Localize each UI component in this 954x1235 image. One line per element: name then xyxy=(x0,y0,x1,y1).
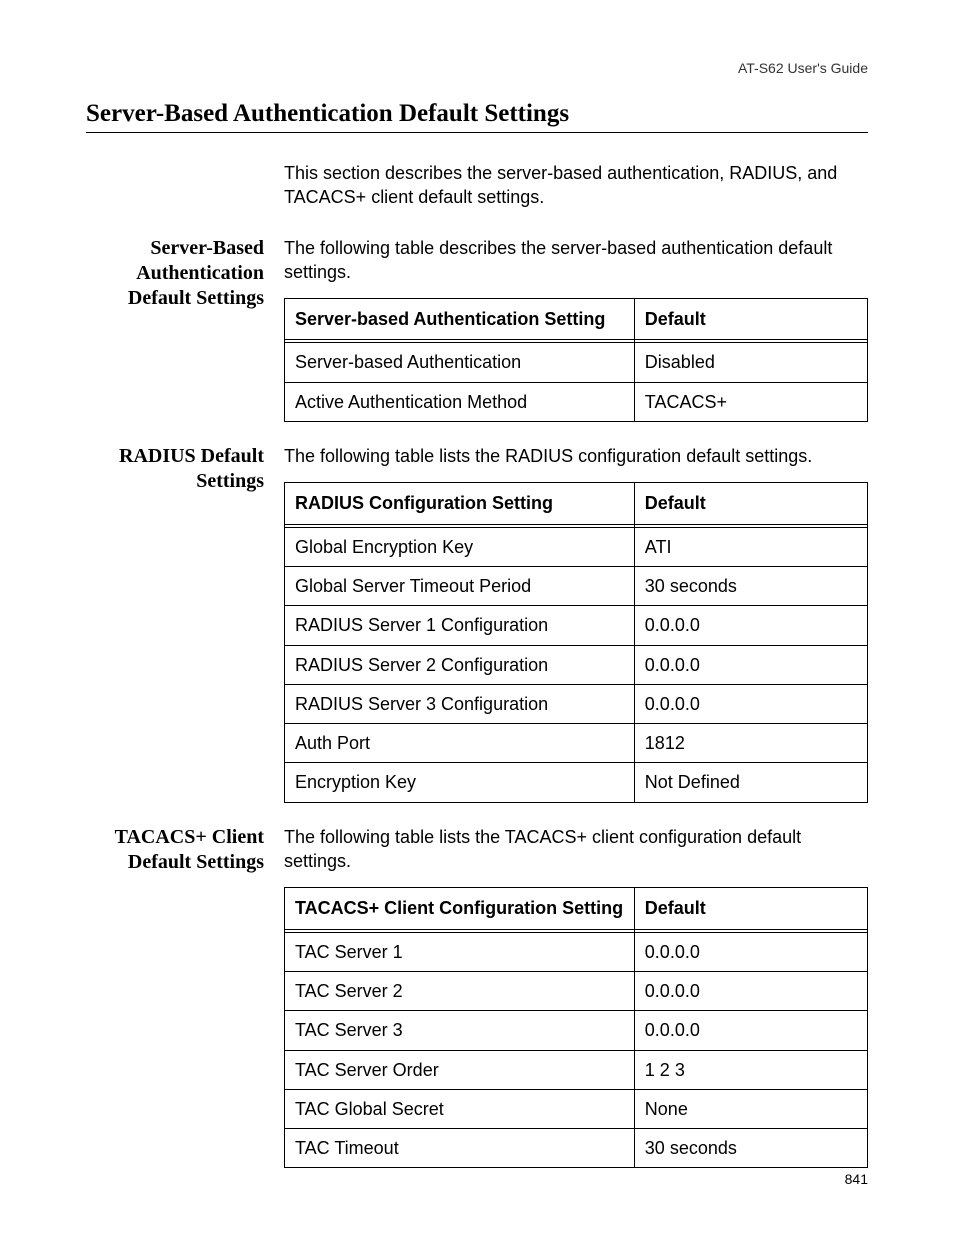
settings-table: Server-based Authentication SettingDefau… xyxy=(284,298,868,422)
section-lead: The following table describes the server… xyxy=(284,236,868,285)
table-row: TAC Server 20.0.0.0 xyxy=(285,971,868,1010)
settings-table: RADIUS Configuration SettingDefaultGloba… xyxy=(284,482,868,802)
table-header-row: RADIUS Configuration SettingDefault xyxy=(285,483,868,524)
table-row: Server-based AuthenticationDisabled xyxy=(285,343,868,382)
page-title: Server-Based Authentication Default Sett… xyxy=(86,100,868,133)
table-cell: None xyxy=(634,1089,867,1128)
table-cell: 30 seconds xyxy=(634,1129,867,1168)
table-row: TAC Global SecretNone xyxy=(285,1089,868,1128)
table-row: RADIUS Server 1 Configuration0.0.0.0 xyxy=(285,606,868,645)
page: AT-S62 User's Guide Server-Based Authent… xyxy=(0,0,954,1235)
table-cell: RADIUS Server 1 Configuration xyxy=(285,606,635,645)
table-cell: TAC Global Secret xyxy=(285,1089,635,1128)
table-cell: 0.0.0.0 xyxy=(634,606,867,645)
table-header-cell: Default xyxy=(634,299,867,340)
table-cell: Global Server Timeout Period xyxy=(285,566,635,605)
intro-paragraph: This section describes the server-based … xyxy=(284,161,868,210)
section-side-label: Server-Based Authentication Default Settin… xyxy=(86,236,284,422)
table-row: RADIUS Server 2 Configuration0.0.0.0 xyxy=(285,645,868,684)
table-row: TAC Server 30.0.0.0 xyxy=(285,1011,868,1050)
table-header-cell: RADIUS Configuration Setting xyxy=(285,483,635,524)
side-label-line: TACACS+ Client xyxy=(115,826,264,848)
table-cell: Encryption Key xyxy=(285,763,635,802)
settings-table: TACACS+ Client Configuration SettingDefa… xyxy=(284,887,868,1168)
table-cell: Active Authentication Method xyxy=(285,382,635,421)
table-cell: Not Defined xyxy=(634,763,867,802)
table-header-row: Server-based Authentication SettingDefau… xyxy=(285,299,868,340)
side-label-line: Server-Based xyxy=(150,237,264,259)
side-label-line: Settings xyxy=(196,470,264,492)
section-block: RADIUS Default Settings The following tabl… xyxy=(86,444,868,803)
table-cell: 0.0.0.0 xyxy=(634,645,867,684)
section-lead: The following table lists the RADIUS con… xyxy=(284,444,868,468)
table-header-cell: Default xyxy=(634,483,867,524)
table-cell: TAC Server 1 xyxy=(285,932,635,971)
side-label-line: Default Settings xyxy=(128,287,264,309)
side-label-line: RADIUS Default xyxy=(119,445,264,467)
table-cell: 0.0.0.0 xyxy=(634,971,867,1010)
table-header-cell: TACACS+ Client Configuration Setting xyxy=(285,888,635,929)
section-side-label: TACACS+ Client Default Settings xyxy=(86,825,284,1169)
table-header-cell: Server-based Authentication Setting xyxy=(285,299,635,340)
section-body: The following table describes the server… xyxy=(284,236,868,422)
table-cell: Auth Port xyxy=(285,724,635,763)
table-row: Global Encryption KeyATI xyxy=(285,527,868,566)
table-cell: 30 seconds xyxy=(634,566,867,605)
section-side-label: RADIUS Default Settings xyxy=(86,444,284,803)
table-cell: 0.0.0.0 xyxy=(634,1011,867,1050)
section-block: TACACS+ Client Default Settings The follow… xyxy=(86,825,868,1169)
table-cell: Server-based Authentication xyxy=(285,343,635,382)
table-row: TAC Server 10.0.0.0 xyxy=(285,932,868,971)
table-row: TAC Timeout30 seconds xyxy=(285,1129,868,1168)
table-cell: 1812 xyxy=(634,724,867,763)
table-cell: TAC Timeout xyxy=(285,1129,635,1168)
side-label-line: Default Settings xyxy=(128,851,264,873)
table-row: Auth Port1812 xyxy=(285,724,868,763)
section-body: The following table lists the RADIUS con… xyxy=(284,444,868,803)
table-cell: 0.0.0.0 xyxy=(634,684,867,723)
table-cell: TAC Server 3 xyxy=(285,1011,635,1050)
table-cell: Disabled xyxy=(634,343,867,382)
section-block: Server-Based Authentication Default Settin… xyxy=(86,236,868,422)
table-row: Global Server Timeout Period30 seconds xyxy=(285,566,868,605)
table-cell: Global Encryption Key xyxy=(285,527,635,566)
table-row: RADIUS Server 3 Configuration0.0.0.0 xyxy=(285,684,868,723)
table-cell: 1 2 3 xyxy=(634,1050,867,1089)
section-lead: The following table lists the TACACS+ cl… xyxy=(284,825,868,874)
running-head: AT-S62 User's Guide xyxy=(86,60,868,76)
table-header-row: TACACS+ Client Configuration SettingDefa… xyxy=(285,888,868,929)
table-cell: 0.0.0.0 xyxy=(634,932,867,971)
table-cell: TAC Server 2 xyxy=(285,971,635,1010)
table-row: Encryption KeyNot Defined xyxy=(285,763,868,802)
table-cell: RADIUS Server 2 Configuration xyxy=(285,645,635,684)
table-cell: TACACS+ xyxy=(634,382,867,421)
page-number: 841 xyxy=(845,1171,868,1187)
section-body: The following table lists the TACACS+ cl… xyxy=(284,825,868,1169)
table-cell: RADIUS Server 3 Configuration xyxy=(285,684,635,723)
table-header-cell: Default xyxy=(634,888,867,929)
table-cell: ATI xyxy=(634,527,867,566)
side-label-line: Authentication xyxy=(136,262,264,284)
table-row: Active Authentication MethodTACACS+ xyxy=(285,382,868,421)
table-row: TAC Server Order1 2 3 xyxy=(285,1050,868,1089)
table-cell: TAC Server Order xyxy=(285,1050,635,1089)
